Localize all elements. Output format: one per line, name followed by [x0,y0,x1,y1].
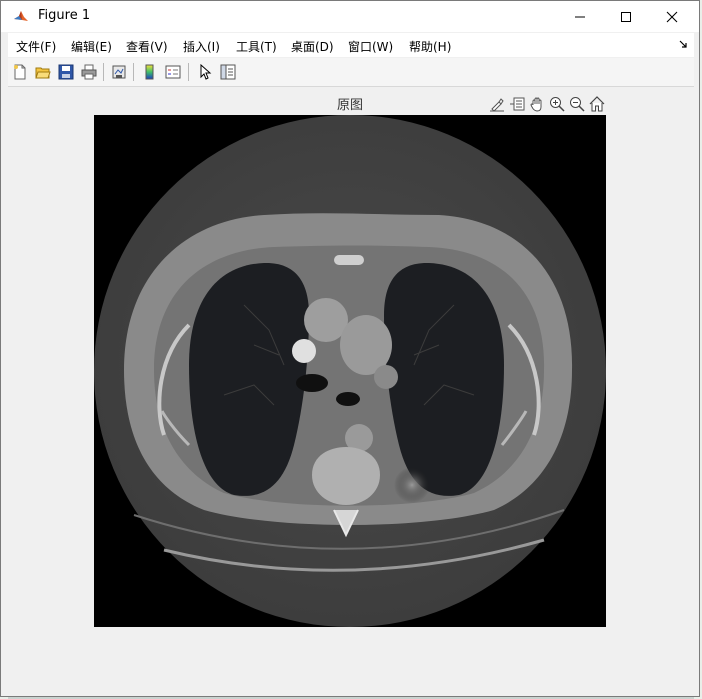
save-icon [58,64,74,80]
zoom-in-button[interactable] [547,94,567,114]
axes-toolbar [487,94,607,114]
toolbar-separator [188,63,189,81]
matlab-app-icon [13,8,29,24]
toolbar-separator [103,63,104,81]
colorbar-icon [145,64,154,80]
menu-insert[interactable]: 插入(I) [183,38,220,55]
window-title: Figure 1 [38,8,91,23]
figure-toolbar [8,58,694,87]
print-button[interactable] [79,62,99,82]
minimize-icon [575,16,585,17]
minimize-button[interactable] [557,1,603,32]
title-bar[interactable]: Figure 1 [1,1,699,32]
edit-plot-icon [200,64,212,80]
link-plot-icon [112,65,126,79]
home-icon [589,96,605,112]
menu-help[interactable]: 帮助(H) [409,38,451,55]
legend-icon [165,65,181,79]
datatips-button[interactable] [507,94,527,114]
edit-plot-button[interactable] [195,62,215,82]
maximize-button[interactable] [603,1,649,32]
maximize-icon [621,11,631,22]
new-figure-button[interactable] [10,62,30,82]
datatips-icon [510,97,525,111]
open-file-icon [35,67,51,79]
pan-icon [530,97,542,112]
link-plot-button[interactable] [109,62,129,82]
open-file-button[interactable] [33,62,53,82]
close-icon [666,11,678,22]
menu-bar: 文件(F) 编辑(E) 查看(V) 插入(I) 工具(T) 桌面(D) 窗口(W… [8,33,694,57]
restore-view-button[interactable] [587,94,607,114]
close-button[interactable] [649,1,695,32]
property-inspector-button[interactable] [218,62,238,82]
menu-tools[interactable]: 工具(T) [236,38,277,55]
save-button[interactable] [56,62,76,82]
dock-arrow-icon[interactable] [678,39,688,49]
new-figure-icon [14,64,26,80]
legend-button[interactable] [163,62,183,82]
menu-desktop[interactable]: 桌面(D) [291,38,334,55]
menu-edit[interactable]: 编辑(E) [71,38,112,55]
property-inspector-icon [220,64,236,80]
brush-icon [490,98,504,112]
zoom-out-button[interactable] [567,94,587,114]
menu-view[interactable]: 查看(V) [126,38,168,55]
zoom-in-icon [550,97,565,112]
pan-button[interactable] [527,94,547,114]
ct-image-axes[interactable] [94,115,606,627]
ct-scan-image [94,115,606,627]
menu-file[interactable]: 文件(F) [16,38,56,55]
menu-window[interactable]: 窗口(W) [348,38,393,55]
print-icon [81,64,97,80]
toolbar-separator [133,63,134,81]
axes-title: 原图 [337,98,364,113]
colorbar-button[interactable] [140,62,160,82]
zoom-out-icon [570,97,585,112]
brush-button[interactable] [487,94,507,114]
